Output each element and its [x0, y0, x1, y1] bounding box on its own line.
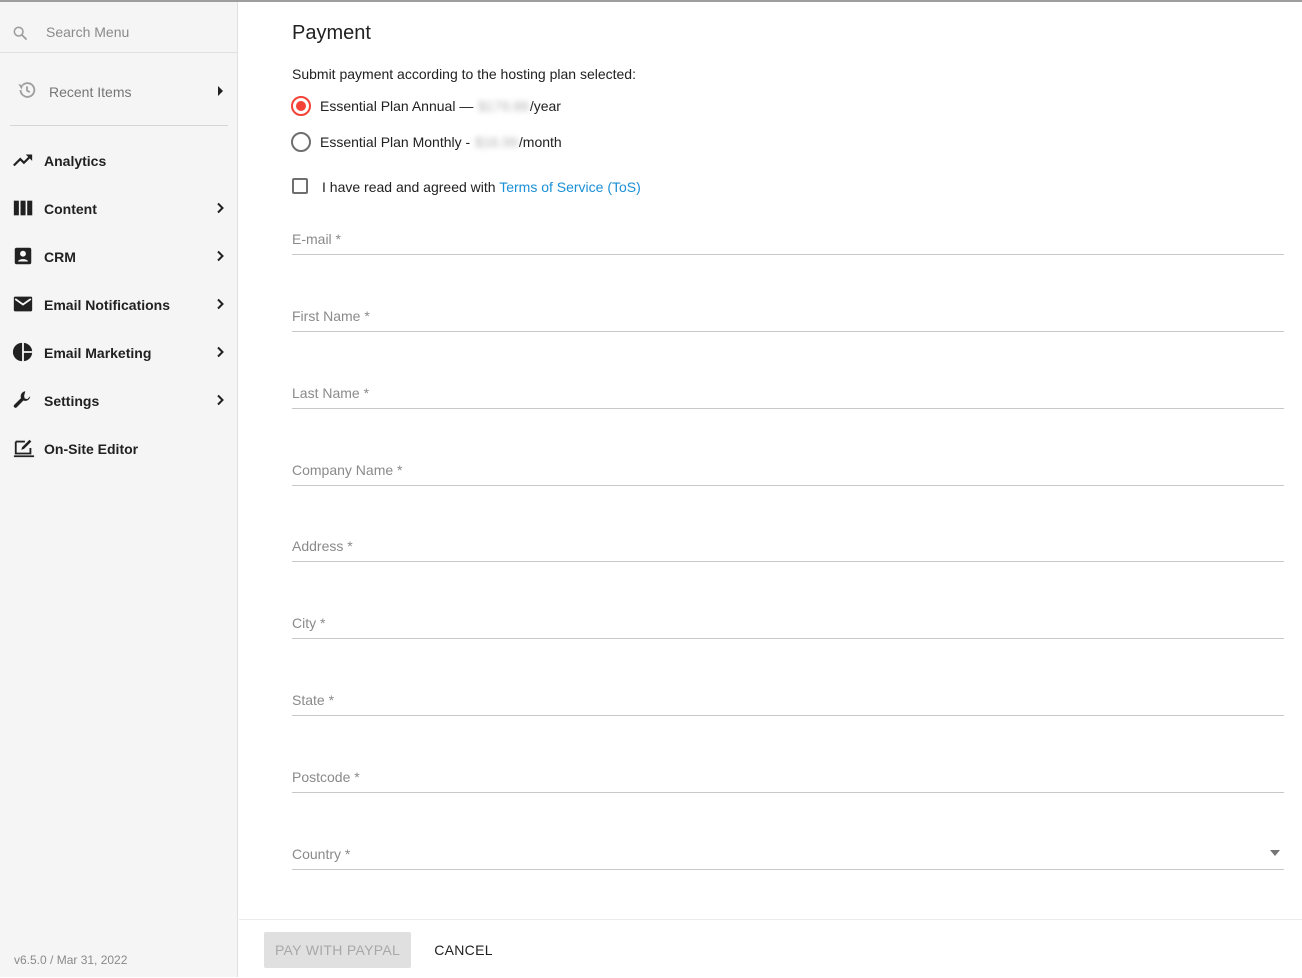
- tos-agreement: I have read and agreed with Terms of Ser…: [292, 176, 692, 196]
- sidebar-item-content[interactable]: Content: [0, 185, 238, 233]
- recent-items-label: Recent Items: [49, 84, 132, 100]
- cancel-button[interactable]: CANCEL: [425, 932, 502, 968]
- sidebar-item-on-site-editor[interactable]: On-Site Editor: [0, 425, 238, 473]
- chevron-right-icon: [217, 394, 224, 406]
- form-footer: PAY WITH PAYPAL CANCEL: [239, 919, 1302, 978]
- sidebar-item-settings[interactable]: Settings: [0, 377, 238, 425]
- chevron-right-icon: [217, 346, 224, 358]
- last-name-field[interactable]: [292, 380, 1252, 406]
- postcode-field[interactable]: [292, 764, 1252, 790]
- page-title: Payment: [292, 22, 371, 44]
- address-field-wrapper: [292, 521, 1284, 562]
- city-field-wrapper: [292, 598, 1284, 639]
- plan-price-blurred: $16.99: [475, 134, 518, 150]
- columns-icon: [13, 200, 33, 216]
- plan-price-blurred: $179.88: [478, 98, 529, 114]
- sidebar-item-label: Content: [44, 201, 97, 217]
- plan-monthly-label: Essential Plan Monthly - $16.99/month: [320, 134, 562, 150]
- company-name-field[interactable]: [292, 457, 1252, 483]
- recent-items[interactable]: Recent Items: [0, 74, 238, 108]
- search-bar: [0, 2, 238, 53]
- plan-name: Essential Plan Monthly -: [320, 134, 475, 150]
- dropdown-arrow-icon[interactable]: [1270, 850, 1280, 856]
- sidebar-item-crm[interactable]: CRM: [0, 233, 238, 281]
- plan-period: /month: [518, 134, 562, 150]
- sidebar-item-label: CRM: [44, 249, 76, 265]
- sidebar-item-label: Analytics: [44, 153, 107, 169]
- chevron-right-icon: [217, 202, 224, 214]
- sidebar-item-label: Email Notifications: [44, 297, 171, 313]
- tos-text: I have read and agreed with: [322, 179, 500, 195]
- search-icon: [13, 26, 27, 40]
- plan-monthly-radio[interactable]: Essential Plan Monthly - $16.99/month: [291, 130, 791, 154]
- country-select-wrapper: [292, 829, 1284, 870]
- plan-annual-radio[interactable]: Essential Plan Annual — $179.88/year: [291, 94, 791, 118]
- sidebar-item-label: On-Site Editor: [44, 441, 139, 457]
- tos-checkbox[interactable]: [292, 178, 308, 194]
- first-name-field-wrapper: [292, 291, 1284, 332]
- email-field-wrapper: [292, 214, 1284, 255]
- tos-link[interactable]: Terms of Service (ToS): [499, 179, 641, 195]
- trending-up-icon: [13, 154, 33, 167]
- tos-label: I have read and agreed with Terms of Ser…: [322, 179, 641, 195]
- sidebar-item-email-marketing[interactable]: Email Marketing: [0, 329, 238, 377]
- plan-name: Essential Plan Annual —: [320, 98, 478, 114]
- plan-period: /year: [529, 98, 561, 114]
- sidebar-item-label: Settings: [44, 393, 100, 409]
- first-name-field[interactable]: [292, 303, 1252, 329]
- history-icon: [18, 82, 36, 98]
- payment-intro: Submit payment according to the hosting …: [292, 66, 636, 82]
- address-field[interactable]: [292, 533, 1252, 559]
- pie-chart-icon: [12, 342, 33, 362]
- version-label: v6.5.0 / Mar 31, 2022: [14, 953, 128, 967]
- sidebar-item-email-notifications[interactable]: Email Notifications: [0, 281, 238, 329]
- email-field[interactable]: [292, 226, 1252, 252]
- country-select[interactable]: [292, 841, 1252, 867]
- chevron-right-icon: [217, 250, 224, 262]
- plan-annual-label: Essential Plan Annual — $179.88/year: [320, 98, 561, 114]
- chevron-right-icon: [217, 298, 224, 310]
- search-input[interactable]: [44, 20, 228, 44]
- state-field[interactable]: [292, 687, 1252, 713]
- pay-with-paypal-button[interactable]: PAY WITH PAYPAL: [264, 932, 411, 968]
- state-field-wrapper: [292, 675, 1284, 716]
- radio-circle-selected[interactable]: [291, 96, 311, 116]
- radio-circle[interactable]: [291, 132, 311, 152]
- postcode-field-wrapper: [292, 752, 1284, 793]
- sidebar-item-label: Email Marketing: [44, 345, 152, 361]
- edit-screen-icon: [13, 439, 35, 458]
- mail-icon: [13, 296, 33, 312]
- sidebar-divider: [10, 125, 228, 126]
- sidebar-item-analytics[interactable]: Analytics: [0, 137, 238, 185]
- wrench-icon: [13, 391, 31, 408]
- caret-right-icon: [218, 86, 223, 96]
- last-name-field-wrapper: [292, 368, 1284, 409]
- sidebar: Recent Items Analytics Content: [0, 2, 238, 977]
- sidebar-nav: Analytics Content CRM Email Notification…: [0, 137, 238, 473]
- contact-icon: [14, 247, 32, 265]
- payment-form: Payment Submit payment according to the …: [239, 2, 1302, 977]
- city-field[interactable]: [292, 610, 1252, 636]
- company-field-wrapper: [292, 445, 1284, 486]
